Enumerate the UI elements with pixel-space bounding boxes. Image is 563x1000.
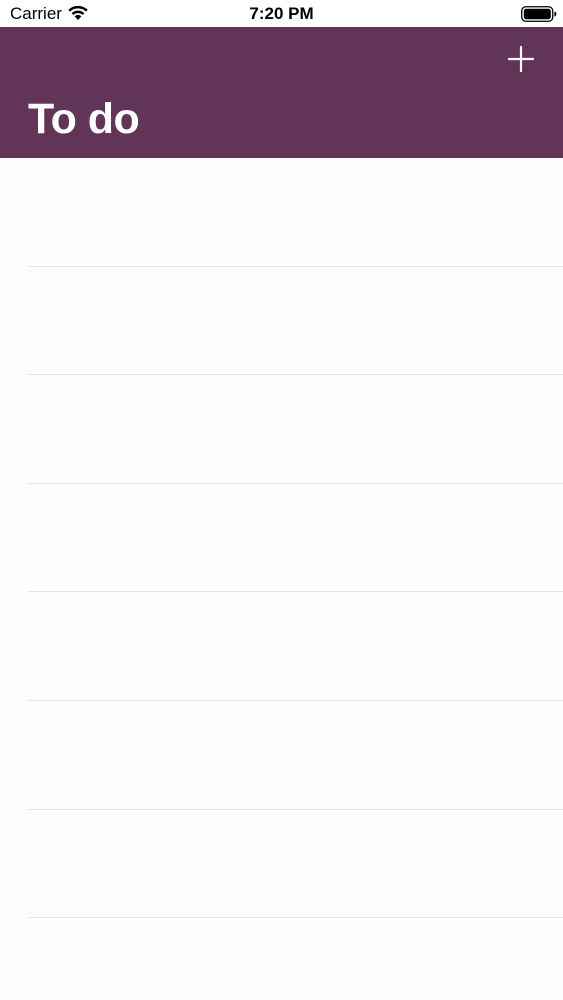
row-separator [28,917,563,919]
status-bar: Carrier 7:20 PM [0,0,563,27]
list-item[interactable] [0,267,563,376]
add-button[interactable] [500,39,542,79]
battery-full-icon [521,6,557,22]
plus-icon [507,45,535,73]
list-item[interactable] [0,375,563,484]
list-item[interactable] [0,701,563,810]
list-item[interactable] [0,484,563,593]
navigation-bar: To do [0,27,563,158]
list-item[interactable] [0,810,563,919]
list-item[interactable] [0,592,563,701]
list-item[interactable] [0,158,563,267]
page-title: To do [28,95,140,143]
status-time: 7:20 PM [249,4,314,23]
todo-list [0,158,563,1000]
